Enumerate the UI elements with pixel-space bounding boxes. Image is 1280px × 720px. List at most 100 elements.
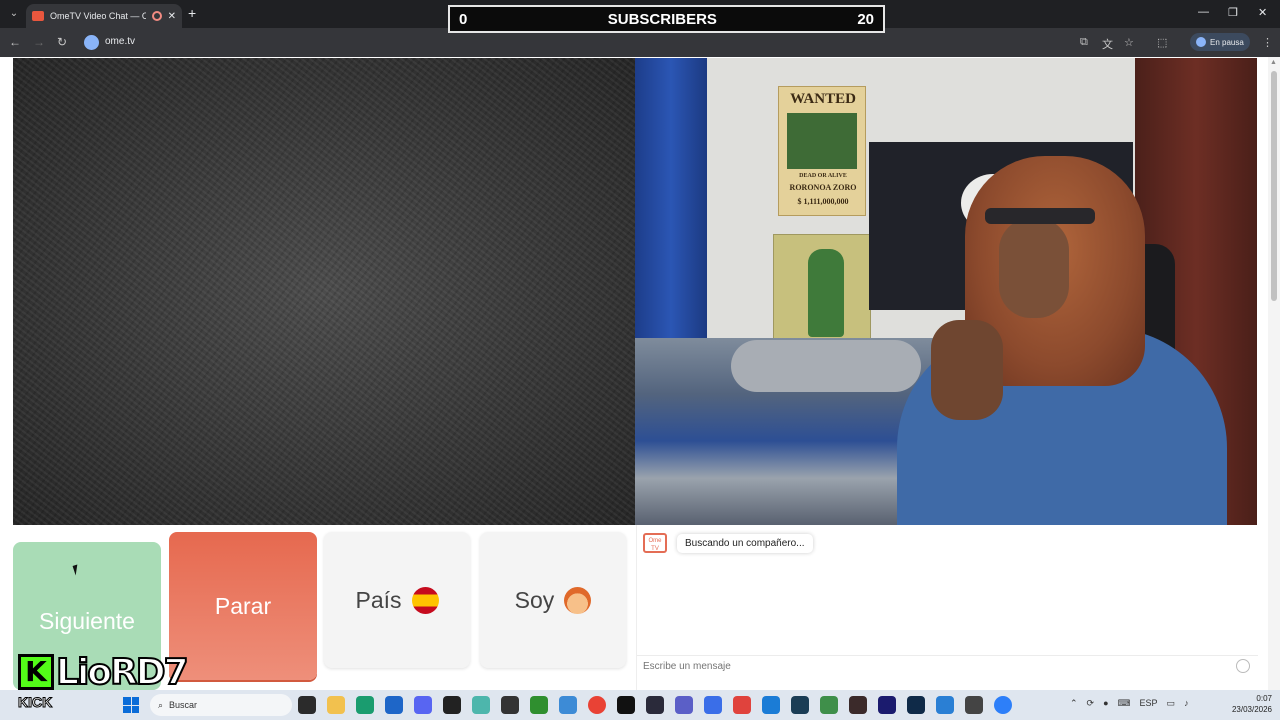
clock-date: 23/03/2026: [1231, 705, 1272, 714]
app-icon-5[interactable]: [762, 696, 780, 714]
chat-panel: Ome TV Buscando un compañero...: [636, 525, 1258, 690]
status-bubble: Buscando un compañero...: [677, 533, 813, 553]
app-icon-11[interactable]: [994, 696, 1012, 714]
minimize-icon[interactable]: —: [1198, 6, 1209, 18]
emoji-icon[interactable]: [1236, 659, 1250, 673]
tray-chevron-icon[interactable]: ⌃: [1070, 698, 1078, 709]
subscribers-overlay: 0 SUBSCRIBERS 20: [448, 5, 885, 33]
iam-label: Soy: [514, 586, 555, 613]
next-label: Siguiente: [39, 607, 135, 634]
reload-icon[interactable]: ↻: [57, 35, 67, 49]
window-app-icon[interactable]: [559, 696, 577, 714]
chrome-icon[interactable]: [588, 696, 606, 714]
app-icon-4[interactable]: [733, 696, 751, 714]
scroll-thumb[interactable]: [1271, 71, 1277, 301]
app-icon-9[interactable]: [936, 696, 954, 714]
file-explorer-icon[interactable]: [327, 696, 345, 714]
obs-icon[interactable]: [443, 696, 461, 714]
new-tab-button[interactable]: +: [188, 6, 196, 20]
page-viewport: WANTED DEAD OR ALIVE RORONOA ZORO $ 1,11…: [0, 57, 1280, 690]
display-icon[interactable]: ▭: [1167, 698, 1176, 709]
install-app-icon[interactable]: ⧉: [1080, 36, 1088, 49]
message-input-row: [637, 655, 1258, 677]
wanted-poster: WANTED DEAD OR ALIVE RORONOA ZORO $ 1,11…: [778, 86, 866, 216]
recording-indicator-icon: [151, 11, 162, 21]
profile-avatar: [1196, 37, 1206, 47]
nvidia-icon[interactable]: [530, 696, 548, 714]
app-icon[interactable]: [472, 696, 490, 714]
app-icon-10[interactable]: [965, 696, 983, 714]
extensions-icon[interactable]: ⬚: [1157, 36, 1167, 49]
address-bar[interactable]: ome.tv: [80, 32, 1100, 53]
taskbar-clock[interactable]: 0:07 23/03/2026: [1222, 693, 1272, 715]
edge-icon[interactable]: [356, 696, 374, 714]
translate-icon[interactable]: 文: [1102, 36, 1113, 52]
video-static-noise: [13, 58, 635, 525]
tab-search-icon[interactable]: ⌄: [6, 6, 22, 22]
stop-button[interactable]: Parar: [169, 532, 317, 680]
app-icon-8[interactable]: [849, 696, 867, 714]
poster-portrait: [787, 113, 857, 169]
subscribers-start-count: 0: [459, 10, 468, 28]
streamer-face: [999, 218, 1069, 318]
task-view-icon[interactable]: [298, 696, 316, 714]
tab-close-icon[interactable]: ✕: [168, 11, 176, 22]
forward-icon[interactable]: →: [33, 35, 45, 49]
poster-bounty: $ 1,111,000,000: [797, 197, 849, 206]
bookmark-star-icon[interactable]: ☆: [1124, 36, 1134, 49]
teams-icon[interactable]: [675, 696, 693, 714]
windows-taskbar: ⌕ Buscar ⌃ ⟳ ● ⌨ ESP ▭ ♪ 0:07 23/03/2026: [0, 690, 1280, 720]
tray-sync-icon[interactable]: ⟳: [1087, 698, 1095, 709]
close-window-icon[interactable]: ✕: [1258, 6, 1267, 19]
kick-platform-label: KICK: [17, 694, 53, 711]
premiere-icon[interactable]: [878, 696, 896, 714]
streamer-hand: [931, 320, 1003, 420]
tab-title: OmeTV Video Chat — Ome: [50, 11, 146, 21]
paused-label: En pausa: [1210, 37, 1244, 47]
anime-poster: [773, 234, 871, 344]
gender-select-button[interactable]: Soy: [480, 532, 626, 668]
browser-menu-icon[interactable]: ⋮: [1262, 36, 1273, 49]
subscribers-goal-count: 20: [857, 10, 874, 28]
ometv-favicon-icon: [32, 11, 44, 21]
back-icon[interactable]: ←: [9, 35, 21, 49]
taskbar-apps: [298, 696, 1012, 714]
self-camera-video: WANTED DEAD OR ALIVE RORONOA ZORO $ 1,11…: [635, 58, 1257, 525]
system-tray: ⌃ ⟳ ● ⌨ ESP ▭ ♪: [1070, 698, 1189, 709]
chat-message: Ome TV Buscando un compañero...: [643, 533, 813, 553]
kick-overlay: K LioRD7 KICK: [17, 651, 190, 714]
microphone-icon[interactable]: ●: [1103, 698, 1108, 709]
site-info-icon[interactable]: [84, 35, 99, 50]
streamer-name: LioRD7: [55, 651, 190, 694]
message-input[interactable]: [637, 656, 1217, 677]
page-scrollbar[interactable]: ▲: [1268, 57, 1280, 690]
partner-video: [13, 58, 635, 525]
subscribers-label: SUBSCRIBERS: [607, 10, 717, 28]
tiktok-icon[interactable]: [617, 696, 635, 714]
country-label: País: [355, 586, 402, 613]
browser-tab[interactable]: OmeTV Video Chat — Ome ✕: [26, 4, 182, 28]
store-icon[interactable]: [385, 696, 403, 714]
app-icon-7[interactable]: [820, 696, 838, 714]
app-icon-2[interactable]: [646, 696, 664, 714]
keyboard-icon[interactable]: ⌨: [1118, 698, 1131, 709]
spain-flag-icon: [411, 586, 439, 614]
poster-subtitle: DEAD OR ALIVE: [799, 173, 847, 179]
epic-games-icon[interactable]: [501, 696, 519, 714]
photoshop-icon[interactable]: [907, 696, 925, 714]
volume-icon[interactable]: ♪: [1184, 698, 1189, 709]
clock-time: 0:07: [1256, 694, 1272, 703]
scroll-up-icon[interactable]: ▲: [1270, 59, 1277, 66]
language-indicator[interactable]: ESP: [1140, 698, 1158, 709]
boy-emoji-icon: [564, 586, 592, 614]
country-filter-button[interactable]: País: [324, 532, 470, 668]
app-icon-3[interactable]: [704, 696, 722, 714]
app-icon-6[interactable]: [791, 696, 809, 714]
discord-icon[interactable]: [414, 696, 432, 714]
camera-pillow: [731, 340, 921, 392]
restore-icon[interactable]: ❐: [1228, 6, 1238, 19]
profile-paused-button[interactable]: En pausa: [1190, 33, 1250, 51]
poster-figure: [808, 249, 844, 337]
streamer-headband: [985, 208, 1095, 224]
kick-logo-icon: K: [18, 654, 54, 690]
